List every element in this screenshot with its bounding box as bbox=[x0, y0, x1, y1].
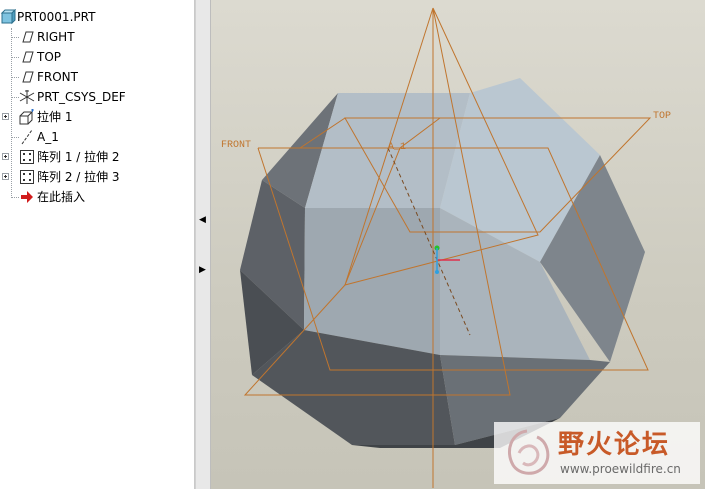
tree-item-csys[interactable]: PRT_CSYS_DEF bbox=[0, 87, 195, 107]
part-icon bbox=[0, 9, 16, 25]
expand-right-arrow-icon[interactable]: ▶ bbox=[199, 265, 206, 275]
insert-here-arrow-icon bbox=[21, 191, 33, 203]
datum-axis-icon bbox=[21, 129, 33, 145]
tree-item-label: RIGHT bbox=[37, 30, 75, 44]
tree-item-label: 拉伸 1 bbox=[37, 110, 73, 124]
tree-item-label: 阵列 2 / 拉伸 3 bbox=[37, 170, 120, 184]
tree-item-front-plane[interactable]: FRONT bbox=[0, 67, 195, 87]
tree-item-pattern-1[interactable]: 阵列 1 / 拉伸 2 bbox=[0, 147, 195, 167]
expand-toggle-icon[interactable] bbox=[2, 173, 9, 180]
pattern-icon bbox=[20, 150, 34, 164]
watermark-url: www.proewildfire.cn bbox=[560, 462, 681, 476]
tree-item-part[interactable]: PRT0001.PRT bbox=[0, 7, 195, 27]
coordinate-system-icon bbox=[19, 90, 35, 104]
tree-item-right-plane[interactable]: RIGHT bbox=[0, 27, 195, 47]
graphics-viewport[interactable]: TOP FRONT A_1 bbox=[211, 0, 705, 489]
tree-item-axis[interactable]: A_1 bbox=[0, 127, 195, 147]
tree-item-label: PRT_CSYS_DEF bbox=[37, 90, 126, 104]
tree-item-label: 阵列 1 / 拉伸 2 bbox=[37, 150, 120, 164]
tree-item-label: FRONT bbox=[37, 70, 78, 84]
datum-label-axis: A_1 bbox=[388, 142, 406, 153]
tree-item-label: TOP bbox=[37, 50, 62, 64]
datum-plane-icon bbox=[22, 31, 34, 43]
forum-logo-icon bbox=[508, 429, 550, 475]
datum-label-front: FRONT bbox=[221, 140, 251, 151]
tree-item-pattern-2[interactable]: 阵列 2 / 拉伸 3 bbox=[0, 167, 195, 187]
tree-item-insert-here[interactable]: 在此插入 bbox=[0, 187, 195, 207]
datum-plane-icon bbox=[22, 51, 34, 63]
forum-watermark: 野火论坛 www.proewildfire.cn bbox=[494, 422, 700, 484]
tree-item-label: PRT0001.PRT bbox=[17, 10, 96, 24]
pattern-icon bbox=[20, 170, 34, 184]
tree-item-top-plane[interactable]: TOP bbox=[0, 47, 195, 67]
collapse-left-arrow-icon[interactable]: ◀ bbox=[199, 215, 206, 225]
datum-label-top: TOP bbox=[653, 111, 671, 122]
solid-face bbox=[304, 208, 440, 355]
extrude-icon bbox=[19, 109, 34, 125]
tree-item-extrude-1[interactable]: 拉伸 1 bbox=[0, 107, 195, 127]
panel-splitter[interactable]: ◀ ▶ bbox=[195, 0, 211, 489]
tree-item-label: 在此插入 bbox=[37, 190, 86, 204]
model-view: TOP FRONT A_1 bbox=[221, 7, 671, 488]
watermark-title: 野火论坛 bbox=[558, 430, 671, 460]
expand-toggle-icon[interactable] bbox=[2, 153, 9, 160]
tree-item-label: A_1 bbox=[37, 130, 59, 144]
model-tree-panel: PRT0001.PRT RIGHT TOP FRONT PRT_CSYS_DEF bbox=[0, 0, 195, 489]
datum-plane-icon bbox=[22, 71, 34, 83]
expand-toggle-icon[interactable] bbox=[2, 113, 9, 120]
